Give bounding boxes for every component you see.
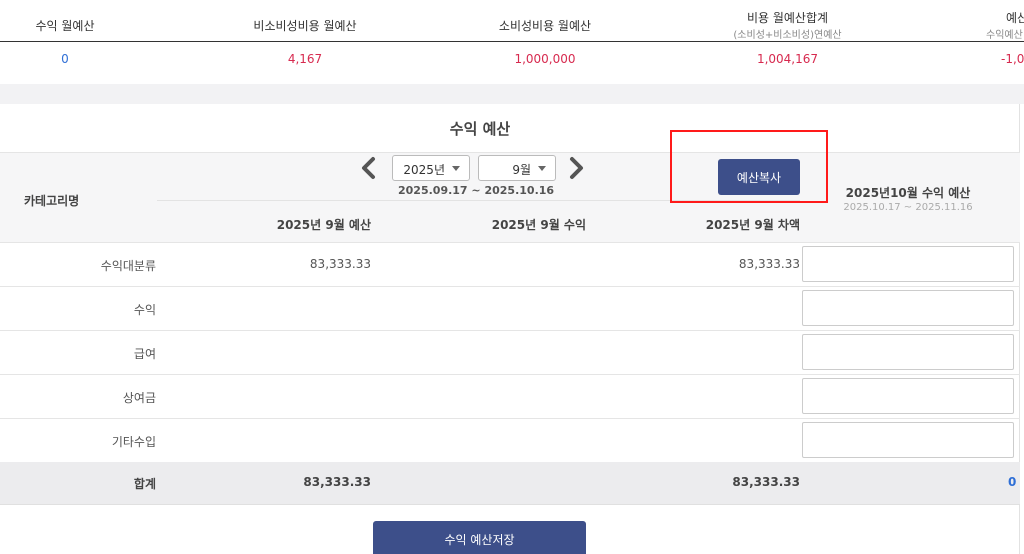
income-budget-panel: 수익 예산 카테고리명 2025년 9월 2025.09.17 ~ 2025.1… [0, 104, 1020, 554]
total-difference-value: 83,333.33 [732, 475, 800, 489]
month-select-value: 9월 [512, 163, 531, 177]
header-expense-total-sub: (소비성+비소비성)연예산 [733, 30, 842, 41]
section-divider [0, 84, 1024, 104]
table-row: 상여금 [0, 375, 1020, 419]
next-budget-input[interactable] [802, 290, 1014, 326]
row-label: 수익대분류 [100, 259, 156, 273]
column-header-income: 2025년 9월 수익 [491, 218, 586, 232]
value-consumable-monthly: 1,000,000 [514, 52, 576, 66]
next-month-budget-title: 2025년10월 수익 예산 [845, 186, 971, 200]
header-consumable-monthly: 소비성비용 월예산 [498, 19, 592, 33]
year-select[interactable]: 2025년 [392, 155, 470, 181]
prev-month-button[interactable] [359, 156, 379, 180]
row-label: 기타수입 [111, 435, 156, 449]
value-expense-total: 1,004,167 [756, 52, 819, 66]
total-row: 합계 83,333.33 83,333.33 0 [0, 462, 1020, 505]
total-budget-value: 83,333.33 [303, 475, 371, 489]
budget-summary: 수익 월예산 비소비성비용 월예산 소비성비용 월예산 비용 월예산합계 (소비… [0, 0, 1024, 84]
caret-down-icon [538, 166, 546, 171]
total-next-value: 0 [1008, 475, 1017, 489]
row-budget-value: 83,333.33 [309, 257, 371, 271]
table-row: 수익대분류 83,333.33 83,333.33 [0, 243, 1020, 287]
save-income-budget-button[interactable]: 수익 예산저장 [373, 521, 586, 554]
table-row: 급여 [0, 331, 1020, 375]
next-month-period: 2025.10.17 ~ 2025.11.16 [843, 202, 973, 213]
next-month-button[interactable] [566, 156, 586, 180]
header-divider [157, 200, 800, 201]
header-income-monthly: 수익 월예산 [35, 19, 95, 33]
month-select[interactable]: 9월 [478, 155, 556, 181]
row-label: 상여금 [122, 391, 156, 405]
value-income-monthly: 0 [61, 52, 69, 66]
row-difference-value: 83,333.33 [738, 257, 800, 271]
category-column-header: 카테고리명 [24, 194, 80, 208]
header-balance-sub: 수익예산 [986, 30, 1023, 41]
row-label: 급여 [133, 347, 156, 361]
total-label: 합계 [133, 477, 156, 491]
table-row: 수익 [0, 287, 1020, 331]
panel-title: 수익 예산 [449, 120, 511, 138]
column-header-budget: 2025년 9월 예산 [276, 218, 371, 232]
next-budget-input[interactable] [802, 334, 1014, 370]
header-expense-total: 비용 월예산합계 [746, 11, 829, 25]
header-balance: 예산 [1006, 11, 1024, 25]
next-budget-input[interactable] [802, 246, 1014, 282]
next-budget-input[interactable] [802, 422, 1014, 458]
copy-budget-button[interactable]: 예산복사 [718, 159, 800, 195]
table-row: 기타수입 [0, 419, 1020, 463]
current-period: 2025.09.17 ~ 2025.10.16 [398, 184, 555, 197]
column-header-difference: 2025년 9월 차액 [705, 218, 800, 232]
value-nonconsumable-monthly: 4,167 [287, 52, 323, 66]
chevron-left-icon [362, 157, 375, 179]
summary-header-row: 수익 월예산 비소비성비용 월예산 소비성비용 월예산 비용 월예산합계 (소비… [0, 0, 1024, 42]
next-budget-input[interactable] [802, 378, 1014, 414]
caret-down-icon [452, 166, 460, 171]
header-nonconsumable-monthly: 비소비성비용 월예산 [253, 19, 357, 33]
row-label: 수익 [133, 303, 156, 317]
year-select-value: 2025년 [403, 163, 445, 177]
value-balance: -1,00 [1001, 52, 1024, 66]
chevron-right-icon [570, 157, 583, 179]
